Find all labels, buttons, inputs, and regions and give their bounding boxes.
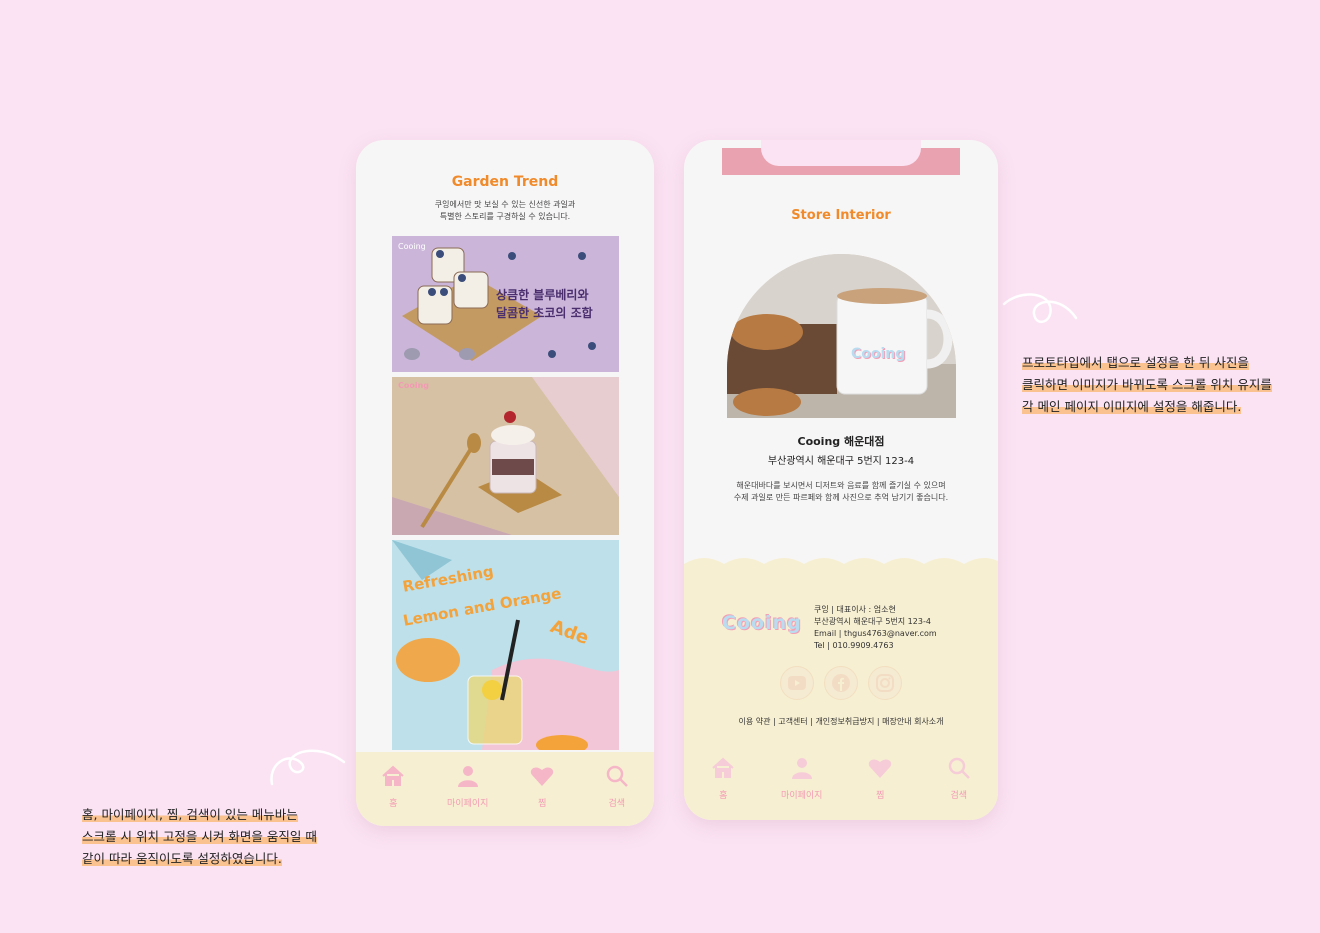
section-title: Garden Trend xyxy=(451,174,559,190)
ade-card[interactable]: Refreshing Lemon and Orange Ade xyxy=(392,540,619,750)
nav-label: 홈 xyxy=(389,799,398,809)
nav-label: 마이페이지 xyxy=(447,799,489,809)
nav-label: 홈 xyxy=(719,791,728,801)
squiggle-decoration-right xyxy=(1002,293,1078,324)
info-line: Tel | 010.9909.4763 xyxy=(814,641,894,650)
description-line: 쿠잉에서만 맛 보실 수 있는 신선한 과일과 xyxy=(434,200,576,209)
squiggle-decoration-left xyxy=(270,749,346,786)
youtube-link[interactable] xyxy=(780,666,814,700)
heart-icon xyxy=(869,759,892,778)
annotation-line: 홈, 마이페이지, 찜, 검색이 있는 메뉴바는 xyxy=(82,807,298,822)
facebook-icon xyxy=(832,674,850,692)
nav-item-search[interactable]: 검색 xyxy=(587,764,647,809)
card-brand: Cooing xyxy=(398,381,430,390)
bottom-navigation-bar: 홈 마이페이지 찜 검색 xyxy=(356,752,654,826)
description-line: 해운대바다를 보시면서 디저트와 음료를 함께 즐기실 수 있으며 xyxy=(736,481,946,490)
nav-label: 찜 xyxy=(876,791,885,801)
annotation-prototype-note: 프로토타입에서 탭으로 설정을 한 뒤 사진을 클릭하면 이미지가 바뀌도록 스… xyxy=(1022,352,1317,418)
annotation-line: 같이 따라 움직이도록 설정하였습니다. xyxy=(82,851,282,866)
mug-logo: Cooing xyxy=(851,346,906,362)
left-phone-mockup: Garden Trend 쿠잉에서만 맛 보실 수 있는 신선한 과일과 특별한… xyxy=(356,140,654,826)
bottom-navigation-bar: 홈 마이페이지 찜 검색 xyxy=(684,750,998,820)
nav-item-home[interactable]: 홈 xyxy=(693,756,753,820)
nav-item-mypage[interactable]: 마이페이지 xyxy=(438,764,498,809)
nav-item-wishlist[interactable]: 찜 xyxy=(850,756,910,820)
nav-item-wishlist[interactable]: 찜 xyxy=(512,764,572,809)
search-icon xyxy=(606,765,628,787)
card-headline: 상큼한 블루베리와 xyxy=(496,288,589,302)
blueberry-choco-card[interactable]: Cooing 상큼한 블루베리와 달콤한 초코의 조합 xyxy=(392,236,619,372)
nav-label: 검색 xyxy=(950,791,968,801)
annotation-line: 스크롤 시 위치 고정을 시켜 화면을 움직일 때 xyxy=(82,829,317,844)
annotation-line: 각 메인 페이지 이미지에 설정을 해줍니다. xyxy=(1022,399,1242,414)
home-icon xyxy=(382,765,404,786)
parfait-image xyxy=(392,377,619,535)
right-phone-mockup: Store Interior Cooing Cooing 해운대점 부산광역시 … xyxy=(684,140,998,820)
info-line: 부산광역시 해운대구 5번지 123-4 xyxy=(814,617,931,626)
company-info: 쿠잉 | 대표이사 : 엄소현 부산광역시 해운대구 5번지 123-4 Ema… xyxy=(814,604,937,652)
store-name: Cooing 해운대점 xyxy=(797,435,885,448)
store-interior-image[interactable]: Cooing xyxy=(727,254,956,418)
nav-label: 마이페이지 xyxy=(781,791,823,801)
nav-label: 찜 xyxy=(538,799,547,809)
info-line: Email | thgus4763@naver.com xyxy=(814,629,937,638)
instagram-link[interactable] xyxy=(868,666,902,700)
user-icon xyxy=(457,766,478,787)
footer-links[interactable]: 이용 약관 | 고객센터 | 개인정보취급방지 | 매장안내 회사소개 xyxy=(684,716,998,727)
nav-item-search[interactable]: 검색 xyxy=(929,756,989,820)
description-line: 수제 과일로 만든 파르페와 함께 사진으로 추억 남기기 좋습니다. xyxy=(733,493,949,502)
instagram-icon xyxy=(876,674,894,692)
store-address: 부산광역시 해운대구 5번지 123-4 xyxy=(767,456,915,467)
info-line: 쿠잉 | 대표이사 : 엄소현 xyxy=(814,605,896,614)
annotation-line: 프로토타입에서 탭으로 설정을 한 뒤 사진을 xyxy=(1022,355,1249,370)
annotation-line: 클릭하면 이미지가 바뀌도록 스크롤 위치 유지를 xyxy=(1022,377,1272,392)
nav-label: 검색 xyxy=(608,799,626,809)
phone-notch xyxy=(761,140,921,166)
section-description: 쿠잉에서만 맛 보실 수 있는 신선한 과일과 특별한 스토리를 구경하실 수 … xyxy=(356,199,654,223)
description-line: 특별한 스토리를 구경하실 수 있습니다. xyxy=(439,212,571,221)
heart-icon xyxy=(531,767,554,786)
social-links xyxy=(780,666,902,700)
card-brand: Cooing xyxy=(398,242,426,251)
nav-item-home[interactable]: 홈 xyxy=(363,764,423,809)
footer-logo: Cooing xyxy=(722,612,802,634)
store-description: 해운대바다를 보시면서 디저트와 음료를 함께 즐기실 수 있으며 수제 과일로… xyxy=(704,480,978,504)
nav-item-mypage[interactable]: 마이페이지 xyxy=(772,756,832,820)
youtube-icon xyxy=(788,676,806,690)
home-icon xyxy=(712,757,734,778)
card-headline: 달콤한 초코의 조합 xyxy=(496,306,593,320)
scallop-edge xyxy=(684,558,998,576)
annotation-menu-note: 홈, 마이페이지, 찜, 검색이 있는 메뉴바는 스크롤 시 위치 고정을 시켜… xyxy=(82,804,362,870)
parfait-card[interactable]: Cooing xyxy=(392,377,619,535)
user-icon xyxy=(791,758,812,779)
search-icon xyxy=(948,757,970,779)
section-title: Store Interior xyxy=(791,208,891,223)
facebook-link[interactable] xyxy=(824,666,858,700)
coffee-mug-image xyxy=(727,254,956,418)
